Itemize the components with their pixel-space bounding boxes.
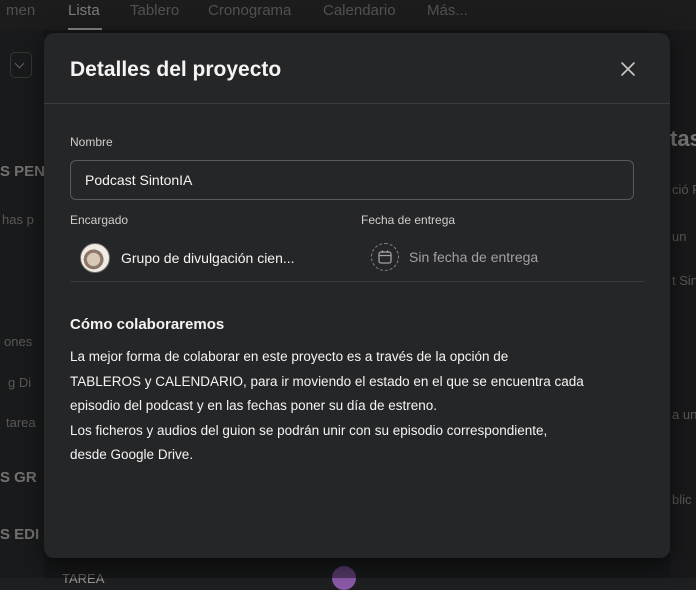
close-button[interactable]	[616, 57, 640, 81]
description-line: Los ficheros y audios del guion se podrá…	[70, 422, 548, 438]
project-name-input[interactable]	[70, 160, 634, 200]
due-date-value: Sin fecha de entrega	[409, 249, 539, 265]
project-description[interactable]: La mejor forma de colaborar en este proy…	[70, 345, 650, 468]
assignee-label: Encargado	[70, 213, 129, 227]
assignee-selector[interactable]: Grupo de divulgación cien...	[80, 243, 295, 273]
assignee-name: Grupo de divulgación cien...	[121, 250, 295, 266]
due-date-selector[interactable]: Sin fecha de entrega	[371, 242, 538, 272]
description-line: desde Google Drive.	[70, 447, 194, 462]
avatar	[80, 243, 110, 273]
close-icon	[621, 62, 635, 76]
description-line: episodio del podcast y en las fechas pon…	[70, 398, 437, 413]
collaboration-section-title: Cómo colaboraremos	[70, 316, 225, 333]
calendar-icon	[371, 243, 399, 271]
description-line: La mejor forma de colaborar en este proy…	[70, 349, 509, 364]
name-label: Nombre	[70, 135, 113, 149]
dialog-title: Detalles del proyecto	[70, 58, 282, 81]
section-divider	[70, 281, 644, 282]
description-line: TABLEROS y CALENDARIO, para ir moviendo …	[70, 373, 584, 389]
project-details-dialog: Detalles del proyecto Nombre Encargado F…	[44, 33, 670, 558]
header-divider	[44, 103, 670, 104]
due-date-label: Fecha de entrega	[361, 213, 456, 227]
